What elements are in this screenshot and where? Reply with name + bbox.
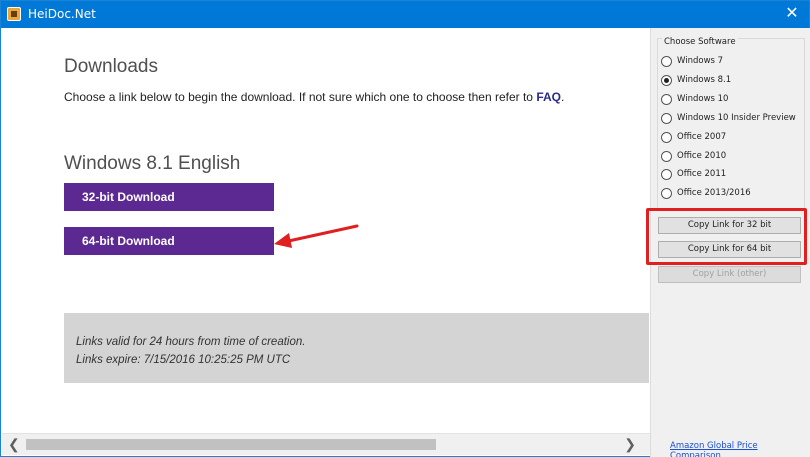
intro-sentence: Choose a link below to begin the downloa… <box>64 90 537 104</box>
radio-label: Office 2011 <box>677 169 727 179</box>
radio-windows-10-insider[interactable]: Windows 10 Insider Preview <box>661 110 796 126</box>
radio-office-2013-2016[interactable]: Office 2013/2016 <box>661 185 751 201</box>
radio-button[interactable] <box>661 131 672 143</box>
version-heading: Windows 8.1 English <box>64 153 241 174</box>
close-icon[interactable]: ✕ <box>775 1 809 28</box>
highlight-box-annotation <box>646 208 807 265</box>
radio-button[interactable] <box>661 150 672 162</box>
title-bar[interactable]: HeiDoc.Net ✕ <box>1 1 809 28</box>
page-title: Downloads <box>64 56 158 77</box>
radio-button-selected[interactable] <box>661 74 672 86</box>
download-64bit-button[interactable]: 64-bit Download <box>64 227 274 255</box>
choose-software-group: Choose Software Windows 7 Windows 8.1 Wi… <box>657 37 805 210</box>
main-content: Downloads Choose a link below to begin t… <box>2 28 650 433</box>
info-line-validity: Links valid for 24 hours from time of cr… <box>76 336 306 348</box>
download-32bit-button[interactable]: 32-bit Download <box>64 183 274 211</box>
app-window: HeiDoc.Net ✕ Downloads Choose a link bel… <box>0 0 810 457</box>
intro-period: . <box>560 90 565 104</box>
radio-button[interactable] <box>661 168 672 180</box>
scroll-left-icon[interactable]: ❮ <box>8 436 20 453</box>
radio-label: Windows 10 Insider Preview <box>677 113 796 123</box>
radio-button[interactable] <box>661 93 672 105</box>
radio-windows-8-1[interactable]: Windows 8.1 <box>661 72 731 88</box>
radio-button[interactable] <box>661 112 672 124</box>
radio-label: Windows 10 <box>677 94 729 104</box>
info-line-expiry: Links expire: 7/15/2016 10:25:25 PM UTC <box>76 354 291 366</box>
faq-link[interactable]: FAQ <box>536 90 561 104</box>
radio-office-2010[interactable]: Office 2010 <box>661 148 726 164</box>
radio-label: Office 2010 <box>677 151 727 161</box>
link-validity-info: Links valid for 24 hours from time of cr… <box>64 313 649 383</box>
radio-label: Windows 8.1 <box>677 75 732 85</box>
horizontal-scrollbar[interactable]: ❮ ❯ <box>2 433 650 455</box>
radio-office-2011[interactable]: Office 2011 <box>661 166 726 182</box>
radio-button[interactable] <box>661 55 672 67</box>
app-icon <box>7 7 21 21</box>
radio-button[interactable] <box>661 187 672 199</box>
scroll-right-icon[interactable]: ❯ <box>624 436 636 453</box>
copy-link-other-button: Copy Link (other) <box>658 266 801 283</box>
amazon-price-comparison-link[interactable]: Amazon Global Price Comparison <box>670 441 809 457</box>
radio-windows-10[interactable]: Windows 10 <box>661 91 728 107</box>
window-title: HeiDoc.Net <box>28 7 96 21</box>
radio-office-2007[interactable]: Office 2007 <box>661 129 726 145</box>
radio-label: Office 2013/2016 <box>677 188 751 198</box>
radio-windows-7[interactable]: Windows 7 <box>661 53 723 69</box>
radio-label: Office 2007 <box>677 132 727 142</box>
group-label: Choose Software <box>662 37 738 47</box>
intro-text: Choose a link below to begin the downloa… <box>64 90 564 104</box>
scrollbar-thumb[interactable] <box>26 439 436 450</box>
arrow-annotation-icon <box>274 224 359 248</box>
radio-label: Windows 7 <box>677 56 724 66</box>
